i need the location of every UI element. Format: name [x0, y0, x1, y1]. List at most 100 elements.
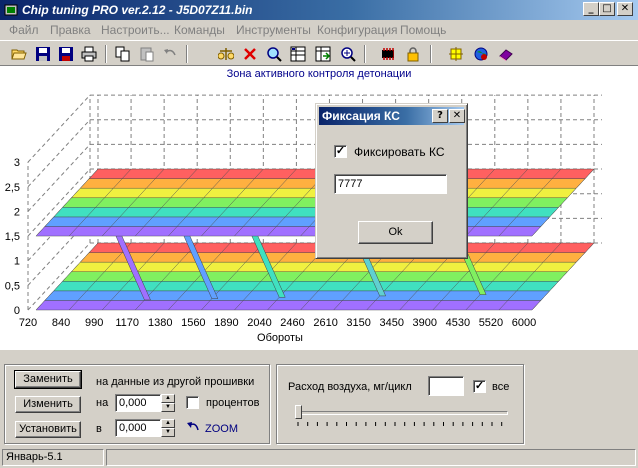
- x-tick-label: 3150: [346, 317, 370, 329]
- toolbar-separator: [364, 45, 366, 63]
- ok-button[interactable]: Ok: [358, 221, 433, 244]
- fix-ks-dialog[interactable]: Фиксация КС ? ✕ ✓ Фиксировать КС 7777 Ok: [315, 103, 468, 259]
- bottom-panel: Заменить Изменить Установить на данные и…: [0, 352, 638, 447]
- undo-icon[interactable]: [160, 44, 180, 64]
- surface-low: [44, 290, 551, 301]
- x-axis-label: Обороты: [257, 332, 303, 344]
- paste-icon[interactable]: [137, 44, 157, 64]
- v-label: в: [96, 423, 102, 435]
- fix-ks-label: Фиксировать КС: [354, 145, 445, 159]
- airflow-slider-thumb[interactable]: [295, 405, 302, 419]
- fix-ks-checkbox[interactable]: ✓: [334, 145, 347, 158]
- y-tick-label: 1,5: [5, 231, 20, 243]
- delete-icon[interactable]: [240, 44, 260, 64]
- airflow-label: Расход воздуха, мг/цикл: [288, 381, 412, 393]
- toolbar: [0, 40, 638, 66]
- from-other-firmware-label: на данные из другой прошивки: [96, 376, 255, 388]
- percent-label: процентов: [206, 397, 260, 409]
- zoom-icon[interactable]: [338, 44, 358, 64]
- x-tick-label: 1560: [181, 317, 205, 329]
- close-button[interactable]: ✕: [617, 2, 633, 16]
- menu-settings[interactable]: Настроить...: [101, 23, 170, 37]
- x-tick-label: 3450: [379, 317, 403, 329]
- x-tick-label: 720: [19, 317, 37, 329]
- copy-icon[interactable]: [113, 44, 133, 64]
- x-tick-label: 2040: [247, 317, 271, 329]
- zoom-label[interactable]: ZOOM: [205, 423, 238, 435]
- minimize-button[interactable]: _: [583, 2, 599, 16]
- surface-high: [53, 207, 560, 218]
- print-icon[interactable]: [79, 44, 99, 64]
- ks-value-input[interactable]: 7777: [334, 174, 447, 194]
- menu-commands[interactable]: Команды: [174, 23, 225, 37]
- value-from-spinner[interactable]: ▲ ▼: [161, 394, 175, 412]
- value-to-field[interactable]: 0,000: [115, 419, 161, 437]
- x-tick-label: 1380: [148, 317, 172, 329]
- toolbar-separator: [105, 45, 107, 63]
- y-tick-label: 3: [14, 157, 20, 169]
- menu-config[interactable]: Конфигурация: [317, 23, 398, 37]
- slider-ticks: [297, 422, 503, 426]
- open-folder-icon[interactable]: [9, 44, 29, 64]
- set-button[interactable]: Установить: [15, 421, 81, 438]
- airflow-field[interactable]: [428, 376, 464, 396]
- tune-icon[interactable]: [446, 44, 466, 64]
- save-as-icon[interactable]: [56, 44, 76, 64]
- scale-icon[interactable]: [216, 44, 236, 64]
- surface-low: [70, 261, 577, 272]
- value-from-field[interactable]: 0,000: [115, 394, 161, 412]
- side-grid-line: [27, 94, 91, 163]
- x-tick-label: 4530: [446, 317, 470, 329]
- status-bar: Январь-5.1: [0, 447, 638, 468]
- percent-checkbox[interactable]: [186, 396, 199, 409]
- find-icon[interactable]: [264, 44, 284, 64]
- chip-icon[interactable]: [378, 44, 398, 64]
- airflow-group: [276, 364, 524, 444]
- save-icon[interactable]: [33, 44, 53, 64]
- title-bar[interactable]: Chip tuning PRO ver.2.12 - J5D07Z11.bin …: [0, 0, 638, 20]
- y-tick-label: 1: [14, 256, 20, 268]
- globe-icon[interactable]: [471, 44, 491, 64]
- airflow-slider-track[interactable]: [296, 411, 508, 415]
- menu-tools[interactable]: Инструменты: [236, 23, 311, 37]
- x-tick-label: 990: [85, 317, 103, 329]
- all-checkbox[interactable]: ✓: [473, 380, 486, 393]
- x-tick-label: 1170: [115, 317, 139, 329]
- dialog-close-button[interactable]: ✕: [449, 109, 465, 123]
- surface-low: [35, 300, 542, 311]
- surface-high: [44, 216, 551, 227]
- y-tick-label: 0,5: [5, 280, 20, 292]
- status-pane-map: Январь-5.1: [2, 449, 104, 466]
- x-tick-label: 5520: [479, 317, 503, 329]
- y-tick-label: 0: [14, 305, 20, 317]
- toolbar-separator: [186, 45, 188, 63]
- table-arrow-icon[interactable]: [313, 44, 333, 64]
- book-icon[interactable]: [496, 44, 516, 64]
- app-icon: [4, 4, 18, 16]
- toolbar-separator: [430, 45, 432, 63]
- menu-bar: Файл Правка Настроить... Команды Инструм…: [0, 20, 638, 40]
- maximize-button[interactable]: □: [599, 2, 615, 16]
- x-tick-label: 840: [52, 317, 70, 329]
- x-tick-label: 6000: [512, 317, 536, 329]
- all-label: все: [492, 381, 510, 393]
- side-grid-line: [27, 119, 91, 188]
- menu-edit[interactable]: Правка: [50, 23, 91, 37]
- y-tick-label: 2,5: [5, 182, 20, 194]
- change-button[interactable]: Изменить: [15, 396, 81, 413]
- x-tick-label: 2610: [313, 317, 337, 329]
- zoom-undo-icon[interactable]: [186, 420, 202, 434]
- table-icon[interactable]: [288, 44, 308, 64]
- x-tick-label: 1890: [214, 317, 238, 329]
- lock-icon[interactable]: [403, 44, 423, 64]
- na-label: на: [96, 397, 109, 409]
- value-to-spinner[interactable]: ▲ ▼: [161, 419, 175, 437]
- menu-file[interactable]: Файл: [9, 23, 39, 37]
- status-pane-info: [106, 449, 636, 466]
- window-title: Chip tuning PRO ver.2.12 - J5D07Z11.bin: [22, 3, 253, 17]
- dialog-help-button[interactable]: ?: [432, 109, 448, 123]
- menu-help[interactable]: Помощь: [400, 23, 446, 37]
- x-tick-label: 3900: [413, 317, 437, 329]
- replace-button[interactable]: Заменить: [14, 370, 82, 389]
- y-tick-label: 2: [14, 206, 20, 218]
